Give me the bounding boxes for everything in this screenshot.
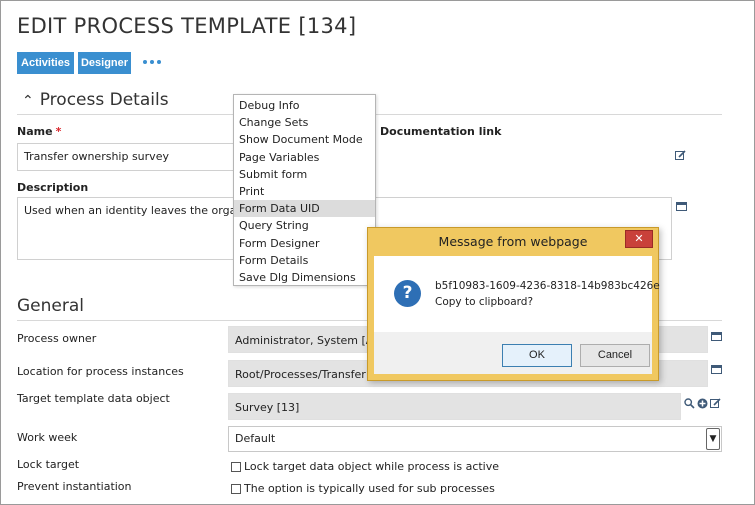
cancel-button[interactable]: Cancel xyxy=(580,344,650,367)
edit-icon[interactable] xyxy=(710,398,721,409)
expand-window-icon[interactable] xyxy=(711,332,722,341)
required-mark: * xyxy=(55,125,62,138)
chevron-up-icon: ⌃ xyxy=(22,93,34,109)
name-label: Name * xyxy=(17,125,62,138)
general-section-title: General xyxy=(17,296,84,316)
menu-item-save-dlg-dimensions[interactable]: Save Dlg Dimensions xyxy=(234,269,375,286)
close-icon[interactable]: ✕ xyxy=(625,230,653,248)
process-details-title: Process Details xyxy=(39,90,169,110)
question-icon: ? xyxy=(394,280,421,307)
lock-target-option[interactable]: Lock target data object while process is… xyxy=(231,460,499,473)
menu-item-form-designer[interactable]: Form Designer xyxy=(234,235,375,252)
search-icon[interactable] xyxy=(684,398,695,409)
dialog-title: Message from webpage xyxy=(438,234,588,249)
description-label: Description xyxy=(17,181,89,194)
menu-item-form-details[interactable]: Form Details xyxy=(234,252,375,269)
chevron-down-icon[interactable]: ▼ xyxy=(706,428,720,450)
lock-target-label: Lock target xyxy=(17,458,80,471)
dialog-message-prompt: Copy to clipboard? xyxy=(435,296,534,308)
process-owner-label: Process owner xyxy=(17,332,97,345)
message-dialog: Message from webpage ✕ ? b5f10983-1609-4… xyxy=(367,227,660,381)
menu-item-show-document-mode[interactable]: Show Document Mode xyxy=(234,131,375,148)
menu-item-query-string[interactable]: Query String xyxy=(234,217,375,234)
menu-item-page-variables[interactable]: Page Variables xyxy=(234,149,375,166)
menu-item-debug-info[interactable]: Debug Info xyxy=(234,97,375,114)
name-input[interactable]: Transfer ownership survey xyxy=(17,143,235,171)
lock-target-checkbox[interactable] xyxy=(231,461,241,472)
dialog-message-uid: b5f10983-1609-4236-8318-14b983bc426e xyxy=(435,280,660,292)
target-template-label: Target template data object xyxy=(17,392,170,405)
expand-window-icon[interactable] xyxy=(711,365,722,374)
prevent-instantiation-checkbox[interactable] xyxy=(231,483,241,494)
ok-button[interactable]: OK xyxy=(502,344,572,367)
designer-button[interactable]: Designer xyxy=(78,52,131,74)
prevent-instantiation-option[interactable]: The option is typically used for sub pro… xyxy=(231,482,495,495)
work-week-label: Work week xyxy=(17,431,78,444)
work-week-select[interactable]: Default ▼ xyxy=(228,426,722,452)
location-label: Location for process instances xyxy=(17,365,184,378)
menu-item-change-sets[interactable]: Change Sets xyxy=(234,114,375,131)
dialog-footer: OK Cancel xyxy=(374,332,652,374)
prevent-instantiation-label: Prevent instantiation xyxy=(17,480,132,493)
edit-icon[interactable] xyxy=(675,150,686,161)
dialog-body: ? b5f10983-1609-4236-8318-14b983bc426e C… xyxy=(374,256,660,374)
more-options-icon[interactable] xyxy=(143,54,163,70)
expand-window-icon[interactable] xyxy=(676,202,687,211)
page-title: EDIT PROCESS TEMPLATE [134] xyxy=(17,14,357,38)
add-circle-icon[interactable] xyxy=(697,398,708,409)
work-week-value: Default xyxy=(235,432,276,445)
menu-item-print[interactable]: Print xyxy=(234,183,375,200)
debug-context-menu: Debug Info Change Sets Show Document Mod… xyxy=(233,94,376,286)
lock-target-checkbox-text: Lock target data object while process is… xyxy=(244,460,500,473)
prevent-instantiation-checkbox-text: The option is typically used for sub pro… xyxy=(244,482,495,495)
menu-item-form-data-uid[interactable]: Form Data UID xyxy=(234,200,375,218)
process-details-header[interactable]: ⌃ Process Details xyxy=(22,90,169,110)
documentation-link-label: Documentation link xyxy=(380,125,502,138)
target-template-field[interactable]: Survey [13] xyxy=(228,393,681,420)
activities-button[interactable]: Activities xyxy=(17,52,74,74)
menu-item-submit-form[interactable]: Submit form xyxy=(234,166,375,183)
